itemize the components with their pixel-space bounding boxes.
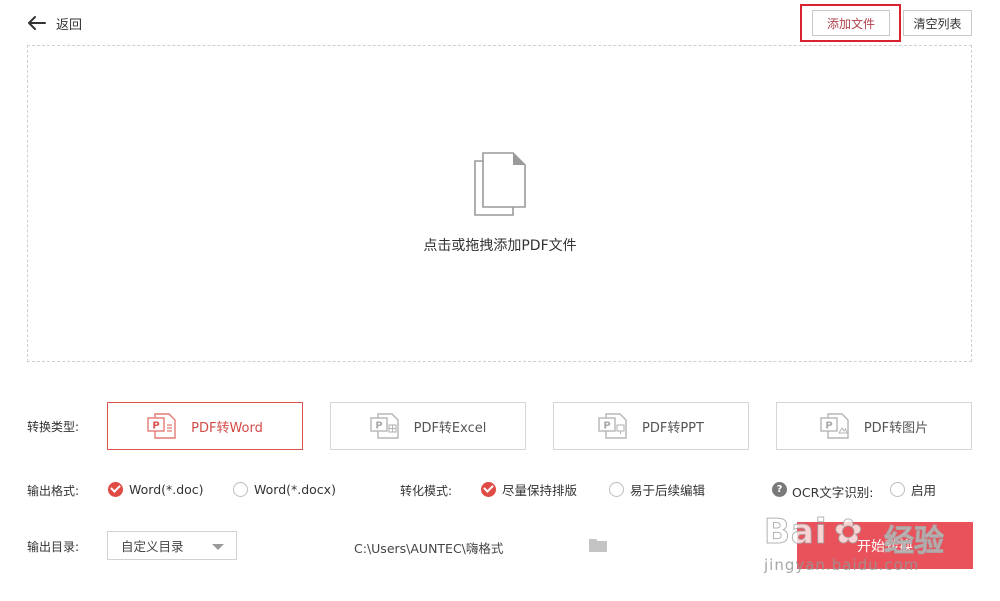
svg-text:P: P — [375, 421, 382, 432]
radio-checked-icon — [481, 481, 496, 497]
conversion-mode-label: 转化模式: — [400, 484, 453, 498]
format-docx-radio[interactable]: Word(*.docx) — [233, 480, 336, 498]
pdf-to-word-icon: P — [147, 413, 176, 439]
add-file-highlight-box — [800, 4, 901, 42]
output-dir-label: 输出目录: — [27, 540, 80, 554]
arrow-left-icon — [28, 16, 46, 30]
svg-text:P: P — [825, 421, 832, 432]
radio-unchecked-icon — [890, 481, 905, 497]
svg-text:P: P — [152, 421, 159, 432]
output-format-label: 输出格式: — [27, 484, 80, 498]
radio-unchecked-icon — [233, 481, 248, 497]
format-doc-label: Word(*.doc) — [129, 481, 204, 497]
convert-to-excel-label: PDF转Excel — [413, 420, 487, 436]
help-icon[interactable]: ? — [772, 482, 787, 497]
convert-to-excel-button[interactable]: P PDF转Excel — [330, 402, 526, 450]
convert-to-word-button[interactable]: P PDF转Word — [107, 402, 303, 450]
conversion-type-label: 转换类型: — [27, 420, 80, 434]
ocr-label: OCR文字识别: — [792, 485, 874, 500]
caret-down-icon — [212, 544, 224, 550]
mode-keep-layout-radio[interactable]: 尽量保持排版 — [481, 480, 577, 498]
back-label: 返回 — [56, 17, 83, 33]
radio-unchecked-icon — [609, 481, 624, 497]
format-doc-radio[interactable]: Word(*.doc) — [108, 480, 204, 498]
ocr-enable-label: 启用 — [911, 482, 937, 498]
pdf-to-excel-icon: P — [369, 413, 399, 439]
ocr-enable-radio[interactable]: 启用 — [890, 480, 936, 498]
format-docx-label: Word(*.docx) — [254, 481, 336, 497]
convert-to-word-label: PDF转Word — [191, 420, 263, 436]
folder-icon[interactable] — [589, 537, 607, 552]
back-button[interactable]: 返回 — [26, 12, 82, 34]
documents-icon — [474, 152, 526, 216]
svg-text:P: P — [603, 421, 610, 432]
output-dir-path: C:\Users\AUNTEC\嗨格式 — [354, 541, 504, 556]
mode-keep-layout-label: 尽量保持排版 — [502, 482, 578, 498]
convert-to-ppt-label: PDF转PPT — [642, 420, 704, 436]
output-dir-select[interactable]: 自定义目录 — [107, 531, 237, 560]
mode-easy-edit-label: 易于后续编辑 — [630, 482, 706, 498]
output-dir-select-value: 自定义目录 — [121, 539, 184, 554]
pdf-to-image-icon: P — [820, 413, 849, 439]
start-convert-button[interactable]: 开始转换 — [797, 522, 973, 569]
convert-to-ppt-button[interactable]: P PDF转PPT — [553, 402, 749, 450]
convert-to-image-label: PDF转图片 — [863, 420, 929, 436]
convert-to-image-button[interactable]: P PDF转图片 — [776, 402, 972, 450]
radio-checked-icon — [108, 481, 123, 497]
drop-zone-hint: 点击或拖拽添加PDF文件 — [423, 238, 577, 254]
pdf-to-ppt-icon: P — [598, 413, 627, 439]
mode-easy-edit-radio[interactable]: 易于后续编辑 — [609, 480, 705, 498]
clear-list-button[interactable]: 清空列表 — [903, 10, 972, 36]
